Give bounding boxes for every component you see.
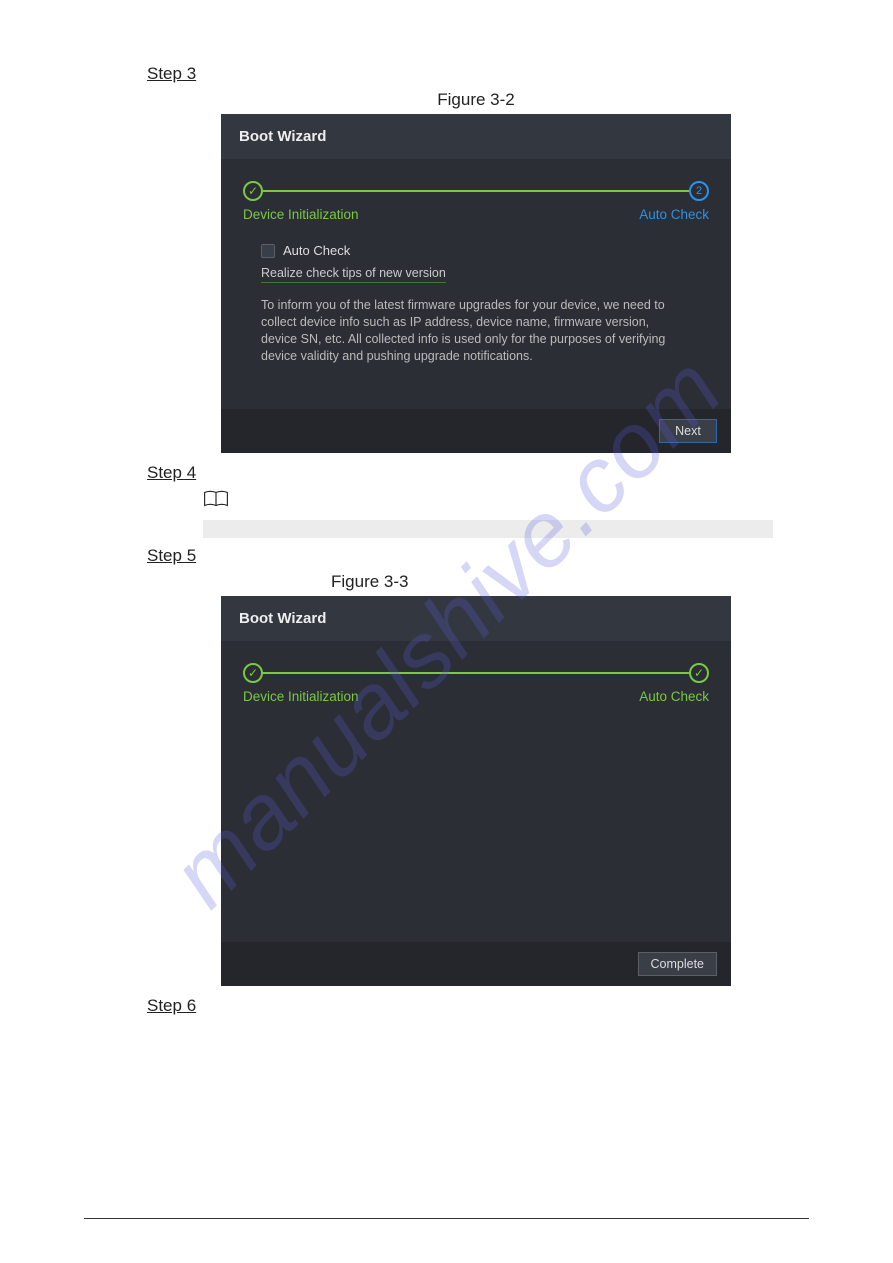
page-footer-rule (84, 1218, 809, 1219)
progress-node-1-check-icon (243, 181, 263, 201)
progress-node-2-check-icon (689, 663, 709, 683)
progress-step2-label-2: Auto Check (639, 689, 709, 704)
wizard-title: Boot Wizard (221, 114, 731, 159)
auto-check-info-text: To inform you of the latest firmware upg… (261, 297, 669, 365)
boot-wizard-panel-1: Boot Wizard 2 Device Initialization Auto… (221, 114, 731, 453)
auto-check-checkbox[interactable] (261, 244, 275, 258)
complete-button[interactable]: Complete (638, 952, 718, 976)
wizard-progress: 2 Device Initialization Auto Check (243, 179, 709, 225)
figure-3-3-label: Figure 3-3 (221, 572, 731, 592)
progress-step1-label: Device Initialization (243, 207, 359, 222)
progress-node-2-icon: 2 (689, 181, 709, 201)
step-4-label: Step 4 (147, 463, 787, 483)
wizard-progress-2: Device Initialization Auto Check (243, 661, 709, 707)
auto-check-subline: Realize check tips of new version (261, 266, 446, 283)
wizard-title-2: Boot Wizard (221, 596, 731, 641)
boot-wizard-panel-2: Boot Wizard Device Initialization Auto C… (221, 596, 731, 986)
note-placeholder-bar (203, 520, 773, 538)
progress-node-1-check-icon-2 (243, 663, 263, 683)
progress-step1-label-2: Device Initialization (243, 689, 359, 704)
figure-3-2-label: Figure 3-2 (221, 90, 731, 110)
step-3-label: Step 3 (147, 64, 787, 84)
progress-line-2 (255, 672, 697, 674)
progress-line (255, 190, 697, 192)
step-6-label: Step 6 (147, 996, 787, 1016)
progress-step2-label: Auto Check (639, 207, 709, 222)
step-5-label: Step 5 (147, 546, 787, 566)
auto-check-checkbox-label: Auto Check (283, 243, 350, 258)
book-icon (203, 489, 229, 514)
next-button[interactable]: Next (659, 419, 717, 443)
